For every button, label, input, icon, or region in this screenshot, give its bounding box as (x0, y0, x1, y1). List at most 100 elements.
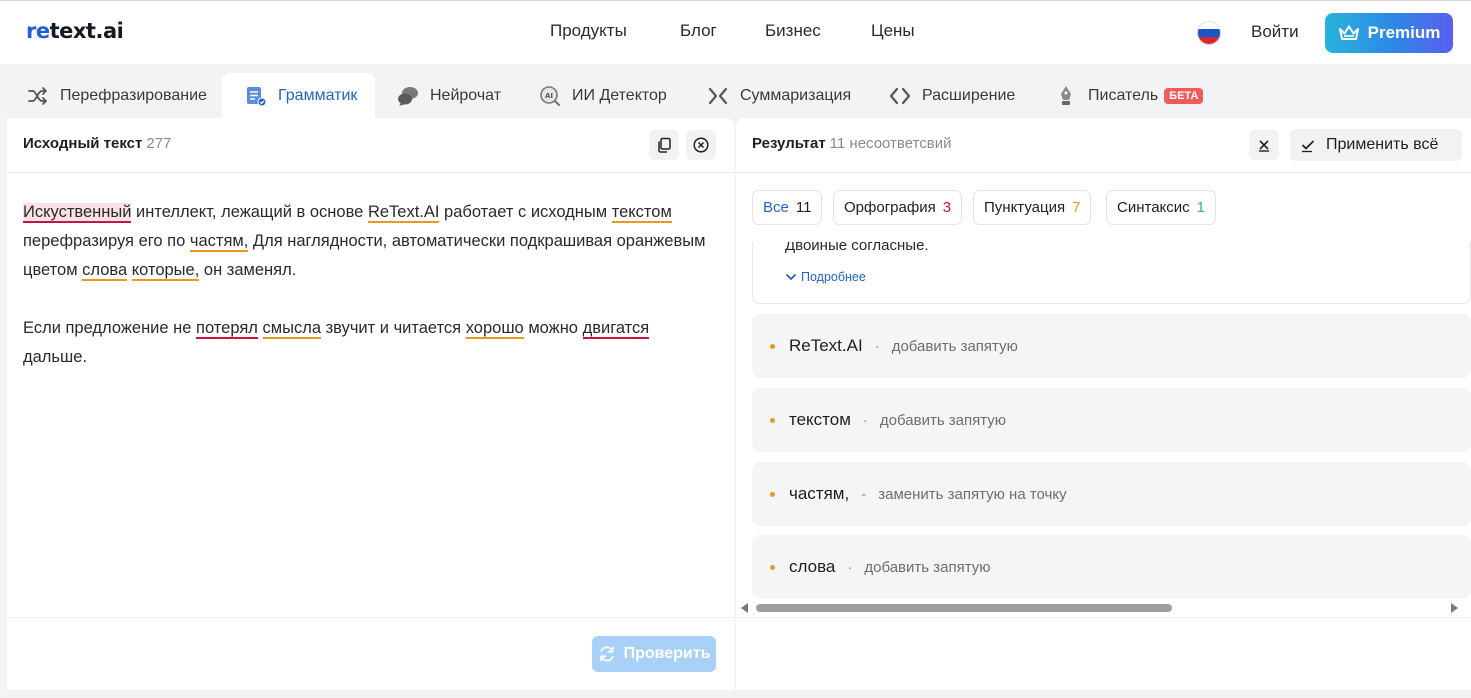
copy-icon (658, 137, 671, 153)
check-button[interactable]: Проверить (592, 636, 716, 672)
login-link[interactable]: Войти (1251, 22, 1299, 42)
tab-ai-detector[interactable]: AI ИИ Детектор (534, 73, 671, 118)
divider (7, 617, 734, 618)
more-link[interactable]: Подробнее (785, 270, 866, 284)
error-word-punctuation[interactable]: частям, (189, 232, 249, 252)
scroll-left-arrow-icon[interactable] (741, 603, 748, 613)
divider (736, 172, 1471, 173)
error-word-punctuation[interactable]: ReText.AI (367, 203, 440, 223)
plain-text: можно (523, 319, 583, 337)
apply-all-label: Применить всё (1326, 136, 1439, 153)
plain-text: работает с исходным (439, 203, 612, 221)
nav-business[interactable]: Бизнес (765, 21, 821, 41)
error-word-punctuation[interactable]: которые, (131, 261, 200, 281)
error-word-spelling[interactable]: Искуственный (23, 203, 132, 223)
more-label: Подробнее (801, 270, 866, 284)
expanded-error-card[interactable]: Двоиные согласные. Подробнее (752, 242, 1471, 304)
filter-punctuation[interactable]: Пунктуация 7 (973, 190, 1092, 225)
error-word-punctuation[interactable]: слова (82, 261, 128, 281)
close-icon (1259, 140, 1269, 152)
error-word-punctuation[interactable]: смысла (262, 319, 322, 339)
source-title-label: Исходный текст (23, 135, 143, 152)
tab-writer[interactable]: Писатель БЕТА (1050, 73, 1207, 118)
plain-text: звучит и читается (321, 319, 466, 337)
nav-prices[interactable]: Цены (871, 21, 915, 41)
plain-text (258, 319, 263, 337)
tab-neurochat[interactable]: Нейрочат (392, 73, 505, 118)
tab-label: Нейрочат (430, 86, 502, 104)
logo-prefix: re (26, 19, 50, 43)
result-word: ReText.AI (789, 336, 863, 355)
error-description: Двоиные согласные. (785, 242, 929, 254)
result-word: текстом (789, 410, 851, 429)
filter-label: Пунктуация (984, 199, 1066, 216)
pen-nib-icon (1054, 84, 1078, 108)
shuffle-icon (26, 84, 50, 108)
error-word-punctuation[interactable]: текстом (611, 203, 672, 223)
filter-label: Синтаксис (1117, 199, 1190, 216)
expand-code-icon (888, 84, 912, 108)
paragraph: Если предложение не потерял смысла звучи… (23, 314, 713, 372)
filter-count: 3 (942, 199, 952, 216)
tab-summarize[interactable]: Суммаризация (702, 73, 855, 118)
nav-blog[interactable]: Блог (680, 21, 717, 41)
retext-logo[interactable]: retext.ai (26, 19, 124, 43)
scrollbar-thumb[interactable] (756, 604, 1172, 612)
filter-count: 7 (1072, 199, 1081, 216)
nav-products[interactable]: Продукты (550, 21, 627, 41)
refresh-icon (599, 646, 614, 662)
summarize-icon (706, 84, 730, 108)
scroll-right-arrow-icon[interactable] (1451, 603, 1458, 613)
tab-grammar[interactable]: Грамматик (222, 73, 376, 118)
filter-spelling[interactable]: Орфография 3 (833, 190, 963, 225)
tab-label: Грамматик (278, 86, 358, 104)
result-word: частям, (789, 484, 850, 503)
error-word-spelling[interactable]: двигатся (582, 319, 650, 339)
error-word-spelling[interactable]: потерял (196, 319, 258, 339)
result-item[interactable]: частям, - заменить запятую на точку (752, 462, 1471, 526)
separator: · (874, 337, 880, 355)
result-word: слова (789, 557, 836, 576)
plain-text: Если предложение не (23, 319, 197, 337)
punctuation-dot-icon (770, 564, 775, 570)
top-header: retext.ai Продукты Блог Бизнес Цены Войт… (0, 0, 1471, 64)
results-list[interactable]: Двоиные согласные. Подробнее ReText.AI ·… (752, 242, 1471, 602)
tab-label: Суммаризация (740, 86, 852, 104)
tool-tabs: Перефразирование Грамматик Нейрочат AI И… (0, 64, 1471, 118)
premium-button[interactable]: Premium (1325, 13, 1453, 53)
reject-all-button[interactable] (1249, 130, 1279, 160)
apply-all-button[interactable]: Применить всё (1290, 129, 1462, 161)
error-word-punctuation[interactable]: хорошо (465, 319, 524, 339)
filter-syntax[interactable]: Синтаксис 1 (1106, 190, 1216, 225)
divider (7, 172, 734, 173)
result-item[interactable]: слова · добавить запятую (752, 535, 1471, 599)
filter-label: Все (763, 199, 789, 216)
result-action: добавить запятую (891, 337, 1018, 355)
tab-label: Расширение (922, 86, 1016, 104)
result-action: добавить запятую (879, 411, 1007, 429)
source-title: Исходный текст 277 (23, 135, 171, 152)
copy-button[interactable] (649, 130, 679, 160)
tab-label: Перефразирование (60, 86, 207, 104)
result-title-label: Результат (752, 135, 826, 152)
russia-flag-icon[interactable] (1197, 21, 1221, 45)
svg-text:AI: AI (545, 92, 553, 100)
filter-all[interactable]: Все 11 (752, 190, 823, 225)
ai-detector-icon: AI (538, 84, 562, 108)
source-panel: Исходный текст 277 Искуственный интеллект… (7, 118, 734, 690)
separator: · (847, 558, 853, 576)
source-text-editor[interactable]: Искуственный интеллект, лежащий в основе… (23, 198, 713, 401)
divider (736, 617, 1471, 618)
chat-bubbles-icon (396, 84, 420, 108)
punctuation-dot-icon (770, 343, 775, 349)
tab-expand[interactable]: Расширение (884, 73, 1019, 118)
tab-paraphrase[interactable]: Перефразирование (22, 73, 211, 118)
plain-text: перефразируя его по (23, 232, 190, 250)
horizontal-scrollbar[interactable] (736, 601, 1471, 615)
clear-button[interactable] (686, 130, 716, 160)
result-item[interactable]: текстом · добавить запятую (752, 388, 1471, 452)
result-item[interactable]: ReText.AI · добавить запятую (752, 314, 1471, 378)
filter-count: 11 (795, 199, 812, 216)
mismatch-count: 11 несоответсвий (829, 135, 952, 152)
grammar-document-icon (244, 84, 268, 108)
